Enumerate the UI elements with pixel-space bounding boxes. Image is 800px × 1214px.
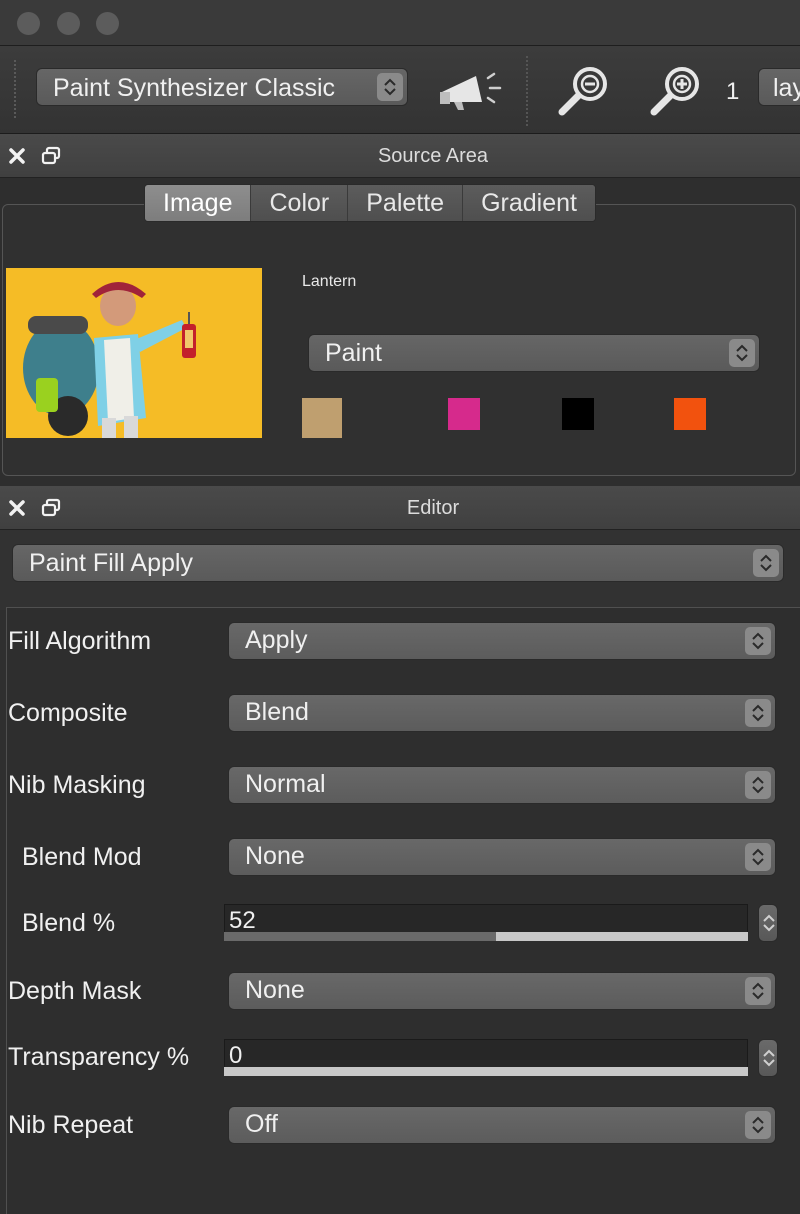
updown-chevron-icon [745,771,771,799]
blend-percent-label: Blend % [22,909,116,937]
toolbar: Paint Synthesizer Classic 1 layer [0,46,800,134]
source-image-name: Lantern [302,273,357,290]
panel-title: Editor [406,497,460,519]
transparency-percent-slider[interactable] [224,1067,748,1076]
zoom-out-icon[interactable] [556,64,612,120]
transparency-percent-label: Transparency % [8,1043,190,1071]
zoom-level-value: 1 [726,78,740,105]
effect-select-label: Paint Fill Apply [29,549,193,577]
updown-chevron-icon [745,843,771,871]
color-swatch[interactable] [448,398,480,430]
source-tabs: Image Color Palette Gradient [144,184,596,222]
tab-image[interactable]: Image [145,185,252,221]
nib-masking-select[interactable]: Normal [228,766,776,804]
minimize-window-button[interactable] [57,12,80,35]
nib-masking-label: Nib Masking [8,771,146,799]
blend-percent-value: 52 [229,907,256,934]
blend-percent-stepper[interactable] [758,904,778,942]
window-title-bar [0,0,800,46]
source-image-thumbnail[interactable] [6,268,262,438]
blend-mod-label: Blend Mod [22,843,142,871]
updown-chevron-icon [745,977,771,1005]
close-window-button[interactable] [17,12,40,35]
composite-select[interactable]: Blend [228,694,776,732]
nib-repeat-value: Off [245,1110,278,1138]
fill-algorithm-label: Fill Algorithm [8,627,152,655]
updown-chevron-icon [745,699,771,727]
toolbar-grip[interactable] [14,60,16,118]
source-mode-select[interactable]: Paint [308,334,760,372]
layer-select[interactable]: layer [758,68,800,106]
nib-masking-value: Normal [245,770,326,798]
depth-mask-value: None [245,976,305,1004]
zoom-window-button[interactable] [96,12,119,35]
preset-select[interactable]: Paint Synthesizer Classic [36,68,408,106]
transparency-percent-value: 0 [229,1042,243,1069]
color-swatch[interactable] [302,398,342,438]
blend-percent-slider-fill [224,932,497,941]
source-area-header: Source Area [0,134,800,178]
nib-repeat-select[interactable]: Off [228,1106,776,1144]
composite-value: Blend [245,698,309,726]
source-area-panel: Image Color Palette Gradient Lantern Pai… [0,178,800,490]
panel-title: Source Area [377,145,489,167]
fill-algorithm-value: Apply [245,626,308,654]
source-mode-label: Paint [325,339,382,367]
blend-percent-slider[interactable] [224,932,748,941]
layer-select-label: layer [773,74,800,102]
tab-color[interactable]: Color [251,185,349,221]
updown-chevron-icon [753,549,779,577]
color-swatch[interactable] [562,398,594,430]
zoom-in-icon[interactable] [648,64,704,120]
preset-select-label: Paint Synthesizer Classic [53,74,336,102]
effect-select[interactable]: Paint Fill Apply [12,544,784,582]
color-swatch[interactable] [674,398,706,430]
tab-palette[interactable]: Palette [348,185,464,221]
toolbar-separator [526,56,528,126]
composite-label: Composite [8,699,128,727]
updown-chevron-icon [729,339,755,367]
editor-header: Editor [0,486,800,530]
editor-effect-bar: Paint Fill Apply [0,530,800,610]
updown-chevron-icon [745,627,771,655]
fill-algorithm-select[interactable]: Apply [228,622,776,660]
depth-mask-select[interactable]: None [228,972,776,1010]
updown-chevron-icon [377,73,403,101]
blend-mod-value: None [245,842,305,870]
megaphone-icon[interactable] [438,68,504,112]
updown-chevron-icon [745,1111,771,1139]
nib-repeat-label: Nib Repeat [8,1111,134,1139]
tab-gradient[interactable]: Gradient [463,185,595,221]
depth-mask-label: Depth Mask [8,977,142,1005]
transparency-percent-stepper[interactable] [758,1039,778,1077]
blend-mod-select[interactable]: None [228,838,776,876]
